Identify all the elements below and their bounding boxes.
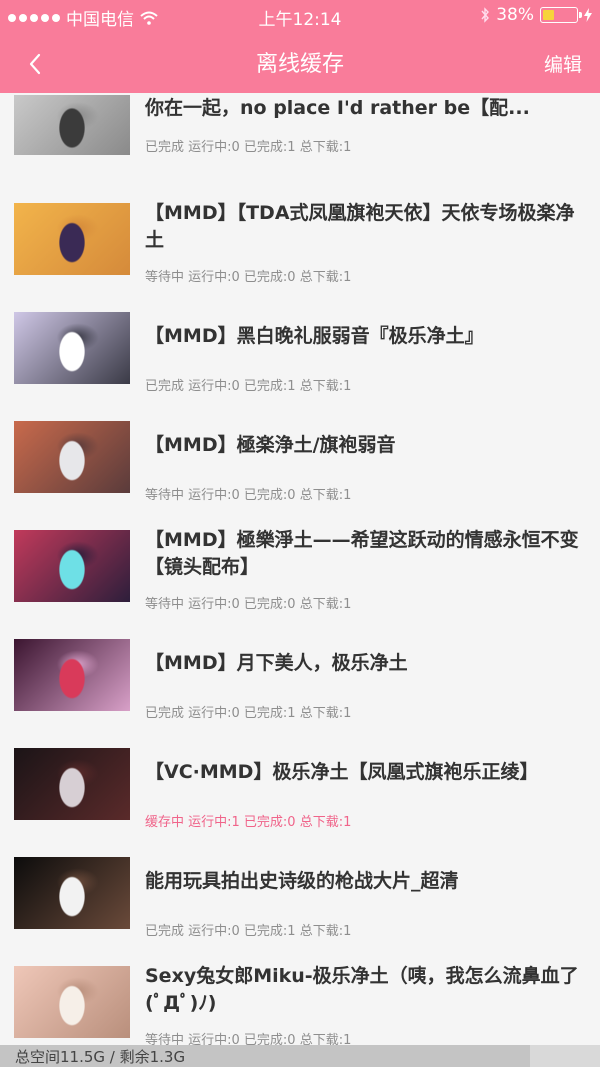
list-item[interactable]: 【VC·MMD】极乐净土【凤凰式旗袍乐正绫】缓存中 运行中:1 已完成:0 总下…	[0, 727, 600, 836]
list-item[interactable]: 【MMD】極楽浄土/旗袍弱音等待中 运行中:0 已完成:0 总下载:1	[0, 400, 600, 509]
video-thumbnail	[14, 421, 130, 493]
download-status: 等待中 运行中:0 已完成:0 总下载:1	[145, 1033, 352, 1045]
video-thumbnail	[14, 639, 130, 711]
bluetooth-icon	[481, 7, 490, 23]
video-thumbnail	[14, 203, 130, 275]
list-item[interactable]: 【MMD】極樂淨土——希望这跃动的情感永恒不变【镜头配布】等待中 运行中:0 已…	[0, 509, 600, 618]
download-status: 等待中 运行中:0 已完成:0 总下载:1	[145, 270, 352, 285]
download-status: 缓存中 运行中:1 已完成:0 总下载:1	[145, 815, 352, 830]
status-bar: 中国电信 上午12:14 38%	[0, 0, 600, 32]
status-bar-right: 38%	[480, 5, 592, 25]
video-title: 【MMD】黑白晚礼服弱音『极乐净土』	[145, 325, 484, 347]
list-item[interactable]: 【解毒向MMD】弱音：极乐净土虽好，但是只要跟你在一起，no place I'd…	[0, 93, 600, 182]
download-status: 已完成 运行中:0 已完成:1 总下载:1	[145, 140, 352, 155]
video-title: 能用玩具拍出史诗级的枪战大片_超清	[145, 870, 459, 892]
header: 中国电信 上午12:14 38% 离线缓存 编辑	[0, 0, 600, 93]
page-title: 离线缓存	[255, 52, 344, 77]
video-title: 【MMD】極楽浄土/旗袍弱音	[145, 434, 396, 456]
video-thumbnail	[14, 95, 130, 155]
video-thumbnail	[14, 966, 130, 1038]
list-item[interactable]: Sexy兔女郎Miku-极乐净土（咦，我怎么流鼻血了(ﾟДﾟ)ﾉ) 等待中 运行中…	[0, 945, 600, 1045]
video-title: 【MMD】月下美人，极乐净土	[145, 652, 408, 674]
list-item[interactable]: 【MMD】【TDA式凤凰旗袍天依】天依专场极楽净土等待中 运行中:0 已完成:0…	[0, 182, 600, 291]
video-title: 【MMD】【TDA式凤凰旗袍天依】天依专场极楽净土	[145, 202, 575, 251]
download-status: 已完成 运行中:0 已完成:1 总下载:1	[145, 924, 352, 939]
video-title: Sexy兔女郎Miku-极乐净土（咦，我怎么流鼻血了(ﾟДﾟ)ﾉ)	[145, 965, 579, 1014]
download-status: 已完成 运行中:0 已完成:1 总下载:1	[145, 379, 352, 394]
edit-button[interactable]: 编辑	[544, 50, 582, 77]
video-title: 【MMD】極樂淨土——希望这跃动的情感永恒不变【镜头配布】	[145, 529, 579, 578]
battery-percent: 38%	[496, 5, 534, 25]
download-status: 等待中 运行中:0 已完成:0 总下载:1	[145, 597, 352, 612]
video-thumbnail	[14, 530, 130, 602]
video-title: 【VC·MMD】极乐净土【凤凰式旗袍乐正绫】	[145, 761, 539, 783]
video-title: 【解毒向MMD】弱音：极乐净土虽好，但是只要跟你在一起，no place I'd…	[145, 97, 530, 119]
storage-label: 总空间11.5G / 剩余1.3G	[15, 1048, 186, 1066]
battery-icon	[540, 7, 582, 23]
video-thumbnail	[14, 857, 130, 929]
download-status: 已完成 运行中:0 已完成:1 总下载:1	[145, 706, 352, 721]
charging-icon	[584, 8, 592, 22]
list-item[interactable]: 能用玩具拍出史诗级的枪战大片_超清已完成 运行中:0 已完成:1 总下载:1	[0, 836, 600, 945]
video-thumbnail	[14, 312, 130, 384]
video-thumbnail	[14, 748, 130, 820]
download-status: 等待中 运行中:0 已完成:0 总下载:1	[145, 488, 352, 503]
list-item[interactable]: 【MMD】月下美人，极乐净土已完成 运行中:0 已完成:1 总下载:1	[0, 618, 600, 727]
nav-bar: 离线缓存 编辑	[0, 32, 600, 92]
storage-bar: 总空间11.5G / 剩余1.3G	[0, 1045, 600, 1067]
list-item[interactable]: 【MMD】黑白晚礼服弱音『极乐净土』已完成 运行中:0 已完成:1 总下载:1	[0, 291, 600, 400]
download-list: 【解毒向MMD】弱音：极乐净土虽好，但是只要跟你在一起，no place I'd…	[0, 93, 600, 1045]
